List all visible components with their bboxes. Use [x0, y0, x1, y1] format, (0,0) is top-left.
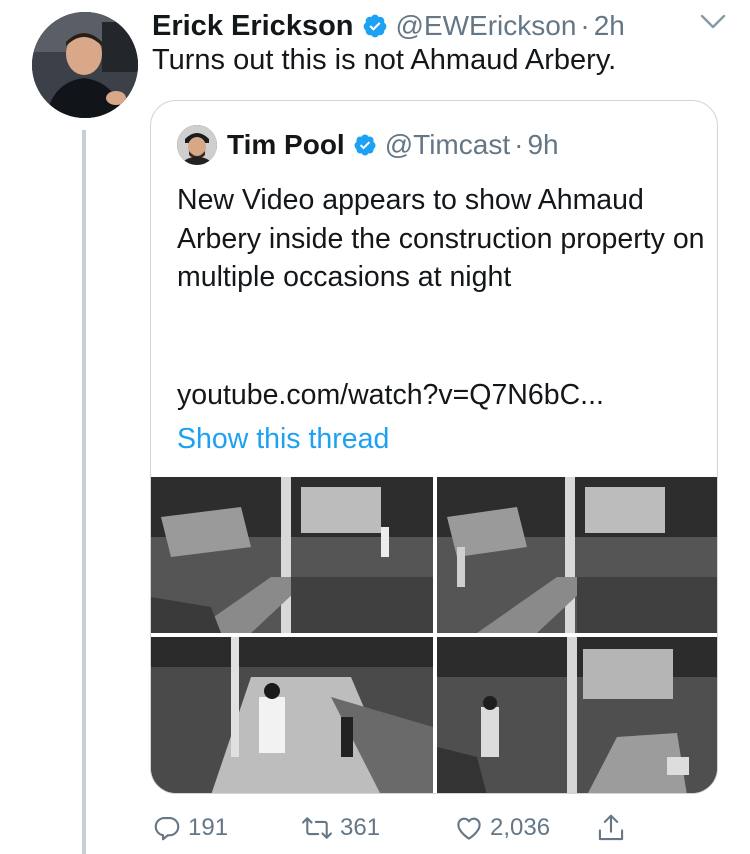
reply-button[interactable]: 191	[152, 808, 228, 848]
media-image[interactable]	[437, 477, 717, 633]
retweet-button[interactable]: 361	[300, 808, 380, 848]
quoted-author-avatar	[177, 125, 217, 165]
media-image[interactable]	[151, 477, 433, 633]
quoted-text: New Video appears to show Ahmaud Arbery …	[177, 184, 705, 293]
author-handle[interactable]: @EWErickson	[396, 10, 577, 42]
quoted-time: 9h	[527, 129, 559, 160]
chevron-down-icon[interactable]	[700, 14, 726, 35]
share-button[interactable]	[596, 808, 626, 848]
separator-dot: ·	[514, 129, 524, 160]
like-button[interactable]: 2,036	[454, 808, 550, 848]
reply-count: 191	[188, 814, 229, 841]
quoted-link[interactable]: youtube.com/watch?v=Q7N6bC...	[177, 379, 604, 412]
quoted-tweet[interactable]: Tim Pool @Timcast · 9h New Video appears…	[150, 100, 718, 794]
quoted-author-name: Tim Pool	[227, 129, 345, 160]
reply-icon	[154, 816, 180, 841]
quoted-author-handle: @Timcast	[384, 129, 511, 160]
media-image[interactable]	[151, 637, 433, 793]
tweet-text: Turns out this is not Ahmaud Arbery.	[152, 44, 617, 76]
author-name[interactable]: Erick Erickson	[152, 10, 354, 43]
verified-badge-icon	[362, 13, 388, 39]
tweet-header: Erick Erickson @EWErickson · 2h	[152, 8, 710, 44]
quoted-header: Tim Pool @Timcast · 9h	[177, 125, 559, 165]
media-image[interactable]	[437, 637, 717, 793]
share-icon	[598, 814, 624, 841]
verified-badge-icon	[353, 133, 377, 157]
like-count: 2,036	[490, 814, 551, 841]
action-bar: 191 361 2,036	[150, 808, 670, 848]
show-thread-link[interactable]: Show this thread	[177, 423, 389, 456]
separator-dot: ·	[580, 10, 590, 41]
media-grid	[151, 477, 717, 793]
like-icon	[457, 817, 481, 840]
retweet-icon	[302, 817, 332, 839]
tweet-time[interactable]: 2h	[594, 10, 625, 42]
thread-line	[82, 130, 86, 854]
author-avatar[interactable]	[32, 12, 138, 118]
retweet-count: 361	[340, 814, 381, 841]
